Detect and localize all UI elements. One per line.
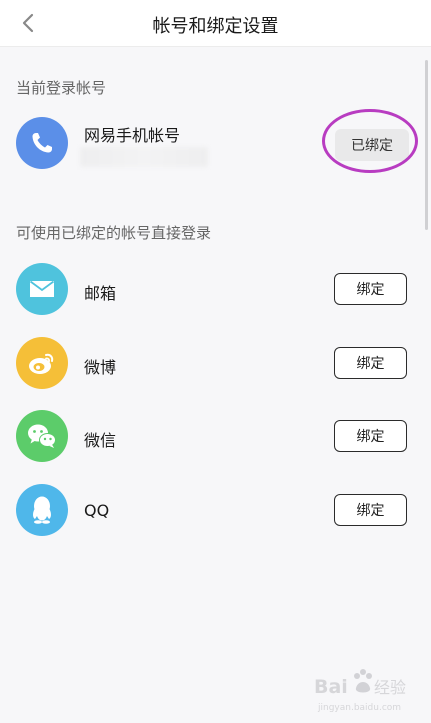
bind-button-mail[interactable]: 绑定: [334, 273, 407, 305]
account-name: 网易手机帐号: [84, 126, 181, 145]
top-bar: 帐号和绑定设置: [0, 0, 431, 47]
phone-account-avatar: [16, 117, 68, 169]
list-item-label: QQ: [84, 501, 110, 520]
wechat-avatar: [16, 410, 68, 462]
list-item-label: 邮箱: [84, 284, 117, 303]
weibo-icon: [29, 353, 54, 374]
svg-text:Bai: Bai: [314, 676, 348, 698]
bind-button-weibo[interactable]: 绑定: [334, 347, 407, 379]
phone-icon: [32, 133, 52, 153]
bind-button-wechat[interactable]: 绑定: [334, 420, 407, 452]
weibo-avatar: [16, 337, 68, 389]
redacted-phone-number: [80, 147, 208, 167]
list-item-qq: QQ 绑定: [0, 484, 431, 546]
page-title: 帐号和绑定设置: [152, 16, 279, 37]
list-item-wechat: 微信 绑定: [0, 410, 431, 472]
current-account-section-label: 当前登录帐号: [16, 79, 107, 97]
qq-icon: [33, 496, 51, 524]
list-item-label: 微博: [84, 358, 117, 377]
list-item-mail: 邮箱 绑定: [0, 263, 431, 325]
bind-button-qq[interactable]: 绑定: [334, 494, 407, 526]
list-item-weibo: 微博 绑定: [0, 337, 431, 399]
qq-avatar: [16, 484, 68, 536]
highlight-annotation: [322, 109, 418, 173]
mail-avatar: [16, 263, 68, 315]
mail-icon: [29, 280, 55, 297]
wechat-icon: [28, 424, 56, 448]
baidu-jingyan-watermark: Bai 经验 jingyan.baidu.com: [312, 666, 424, 716]
svg-text:经验: 经验: [374, 678, 406, 697]
svg-text:jingyan.baidu.com: jingyan.baidu.com: [317, 703, 401, 713]
linked-accounts-section-label: 可使用已绑定的帐号直接登录: [16, 224, 212, 242]
list-item-label: 微信: [84, 431, 117, 450]
